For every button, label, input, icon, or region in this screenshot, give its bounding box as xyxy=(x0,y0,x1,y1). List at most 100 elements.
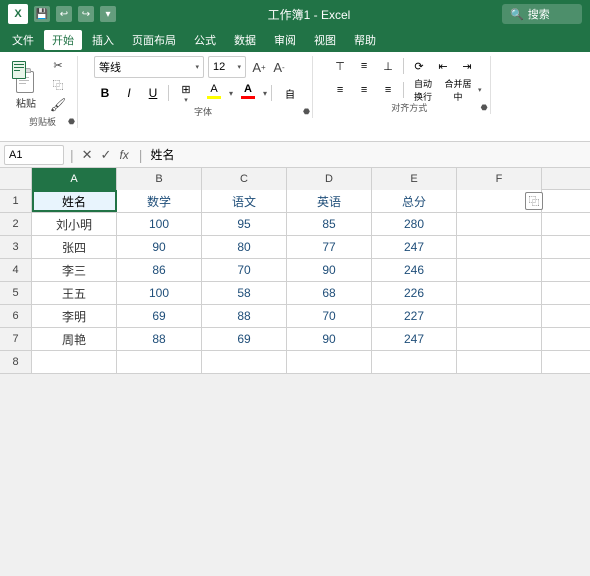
fill-dropdown-icon[interactable]: ▾ xyxy=(229,89,233,98)
cell-b2[interactable]: 100 xyxy=(117,213,202,235)
align-right-button[interactable]: ≡ xyxy=(377,80,399,100)
cell-e5[interactable]: 226 xyxy=(372,282,457,304)
align-top-button[interactable]: ⊤ xyxy=(329,56,351,76)
cell-e4[interactable]: 246 xyxy=(372,259,457,281)
align-left-button[interactable]: ≡ xyxy=(329,80,351,100)
menu-view[interactable]: 视图 xyxy=(306,30,344,50)
search-box[interactable]: 🔍 搜索 xyxy=(502,4,582,24)
paste-options-icon[interactable]: ⿻ xyxy=(525,192,543,210)
menu-data[interactable]: 数据 xyxy=(226,30,264,50)
outdent-button[interactable]: ⇥ xyxy=(456,56,478,76)
cell-e1[interactable]: 总分 xyxy=(372,190,457,212)
cell-a6[interactable]: 李明 xyxy=(32,305,117,327)
col-header-e[interactable]: E xyxy=(372,168,457,190)
wrap-text-button[interactable]: 自 xyxy=(276,82,304,104)
cell-b8[interactable] xyxy=(117,351,202,373)
row-num-4[interactable]: 4 xyxy=(0,259,32,281)
cell-d1[interactable]: 英语 xyxy=(287,190,372,212)
cell-d8[interactable] xyxy=(287,351,372,373)
cell-c2[interactable]: 95 xyxy=(202,213,287,235)
row-num-8[interactable]: 8 xyxy=(0,351,32,373)
cell-f7[interactable] xyxy=(457,328,542,350)
font-color-button[interactable]: A xyxy=(235,82,261,104)
cell-c4[interactable]: 70 xyxy=(202,259,287,281)
cell-a3[interactable]: 张四 xyxy=(32,236,117,258)
cell-f3[interactable] xyxy=(457,236,542,258)
cell-b1[interactable]: 数学 xyxy=(117,190,202,212)
underline-button[interactable]: U xyxy=(142,82,164,104)
cell-f5[interactable] xyxy=(457,282,542,304)
menu-file[interactable]: 文件 xyxy=(4,30,42,50)
merge-button[interactable]: 合并居中 xyxy=(440,80,476,100)
formula-cancel-icon[interactable]: ✕ xyxy=(80,147,95,163)
cell-a5[interactable]: 王五 xyxy=(32,282,117,304)
cell-d3[interactable]: 77 xyxy=(287,236,372,258)
alignment-expand-icon[interactable]: ⬣ xyxy=(481,103,488,112)
cell-a1[interactable]: 姓名 xyxy=(32,190,117,212)
font-increase-button[interactable]: A+ xyxy=(250,58,268,76)
merge-dropdown-icon[interactable]: ▾ xyxy=(478,86,482,94)
copy-button[interactable]: ⿻ xyxy=(47,76,69,94)
redo-quick-icon[interactable]: ↪ xyxy=(78,6,94,22)
col-header-a[interactable]: A xyxy=(32,168,117,190)
menu-insert[interactable]: 插入 xyxy=(84,30,122,50)
cell-e8[interactable] xyxy=(372,351,457,373)
font-size-selector[interactable]: 12 ▾ xyxy=(208,56,246,78)
cell-b5[interactable]: 100 xyxy=(117,282,202,304)
cell-a7[interactable]: 周艳 xyxy=(32,328,117,350)
formula-confirm-icon[interactable]: ✓ xyxy=(99,147,114,163)
font-decrease-button[interactable]: A- xyxy=(270,58,288,76)
cell-a2[interactable]: 刘小明 xyxy=(32,213,117,235)
bold-button[interactable]: B xyxy=(94,82,116,104)
cell-b3[interactable]: 90 xyxy=(117,236,202,258)
cell-b7[interactable]: 88 xyxy=(117,328,202,350)
wrap-button[interactable]: 自动换行 xyxy=(408,80,438,100)
cell-d4[interactable]: 90 xyxy=(287,259,372,281)
row-num-5[interactable]: 5 xyxy=(0,282,32,304)
cell-f4[interactable] xyxy=(457,259,542,281)
text-direction-button[interactable]: ⟳ xyxy=(408,56,430,76)
cell-f8[interactable] xyxy=(457,351,542,373)
indent-button[interactable]: ⇤ xyxy=(432,56,454,76)
align-middle-button[interactable]: ≡ xyxy=(353,56,375,76)
cell-a4[interactable]: 李三 xyxy=(32,259,117,281)
cell-c6[interactable]: 88 xyxy=(202,305,287,327)
cell-e6[interactable]: 227 xyxy=(372,305,457,327)
paste-button[interactable]: 粘贴 xyxy=(8,59,44,112)
cell-c3[interactable]: 80 xyxy=(202,236,287,258)
align-center-button[interactable]: ≡ xyxy=(353,80,375,100)
cell-c7[interactable]: 69 xyxy=(202,328,287,350)
undo-quick-icon[interactable]: ↩ xyxy=(56,6,72,22)
cell-f6[interactable] xyxy=(457,305,542,327)
cell-a8[interactable] xyxy=(32,351,117,373)
cell-c5[interactable]: 58 xyxy=(202,282,287,304)
cell-b6[interactable]: 69 xyxy=(117,305,202,327)
save-quick-icon[interactable]: 💾 xyxy=(34,6,50,22)
font-expand-icon[interactable]: ⬣ xyxy=(303,107,310,116)
menu-help[interactable]: 帮助 xyxy=(346,30,384,50)
italic-button[interactable]: I xyxy=(118,82,140,104)
cell-f2[interactable] xyxy=(457,213,542,235)
font-name-selector[interactable]: 等线 ▾ xyxy=(94,56,204,78)
row-num-2[interactable]: 2 xyxy=(0,213,32,235)
cell-e7[interactable]: 247 xyxy=(372,328,457,350)
clipboard-expand-icon[interactable]: ⬣ xyxy=(68,117,75,126)
col-header-d[interactable]: D xyxy=(287,168,372,190)
border-button[interactable]: ⊞ ▾ xyxy=(173,82,199,104)
formula-fx-icon[interactable]: fx xyxy=(117,148,130,162)
menu-review[interactable]: 审阅 xyxy=(266,30,304,50)
cell-c1[interactable]: 语文 xyxy=(202,190,287,212)
row-num-7[interactable]: 7 xyxy=(0,328,32,350)
row-num-6[interactable]: 6 xyxy=(0,305,32,327)
cell-e2[interactable]: 280 xyxy=(372,213,457,235)
row-num-1[interactable]: 1 xyxy=(0,190,32,212)
cell-c8[interactable] xyxy=(202,351,287,373)
customize-quick-icon[interactable]: ▾ xyxy=(100,6,116,22)
cell-f1[interactable]: ⿻ xyxy=(457,190,542,212)
cell-b4[interactable]: 86 xyxy=(117,259,202,281)
cut-button[interactable]: ✂ xyxy=(47,56,69,74)
col-header-c[interactable]: C xyxy=(202,168,287,190)
formula-input[interactable]: 姓名 xyxy=(150,146,586,163)
align-bottom-button[interactable]: ⊥ xyxy=(377,56,399,76)
menu-formula[interactable]: 公式 xyxy=(186,30,224,50)
